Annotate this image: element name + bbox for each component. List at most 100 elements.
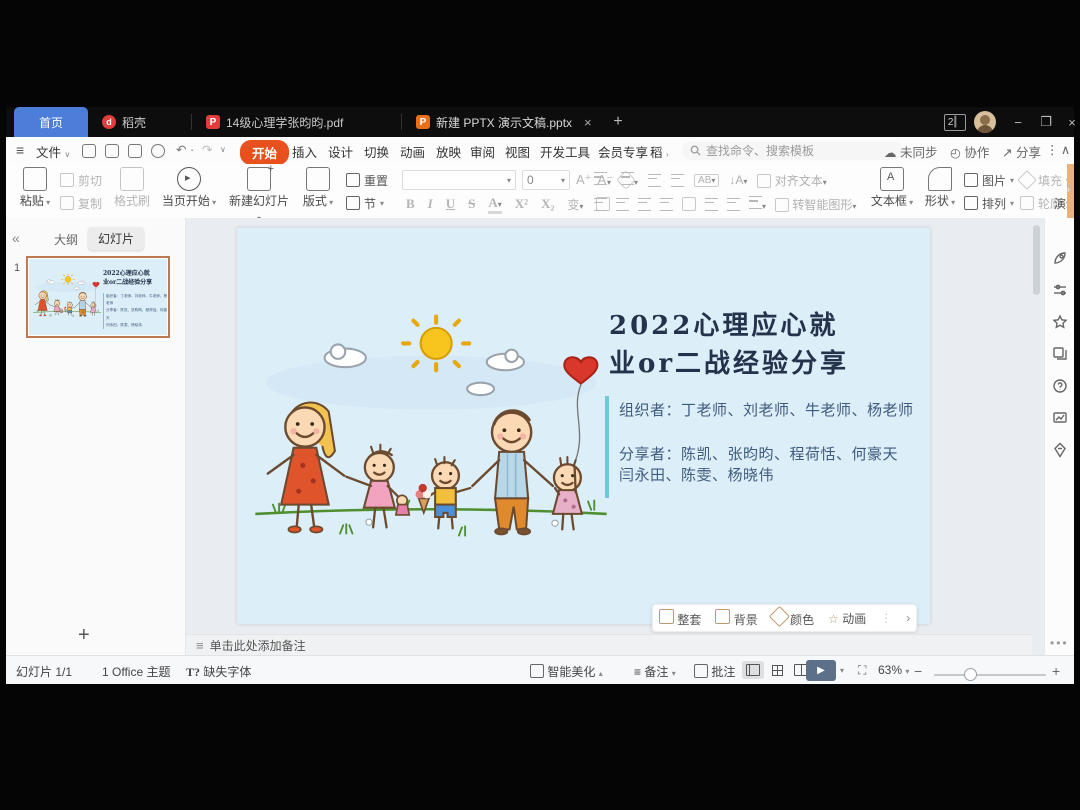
animation-button[interactable]: ☆ 动画 <box>828 610 866 627</box>
reset-button[interactable]: 重置 <box>346 169 388 191</box>
phonetic-guide-button[interactable]: 变▾ <box>567 196 583 213</box>
new-slide-button[interactable]: + 新建幻灯片 ▾ <box>226 167 292 219</box>
paste-button[interactable]: 粘贴 ▾ <box>14 167 56 210</box>
section-button[interactable]: 节▾ <box>346 192 384 214</box>
picture-button[interactable]: 图片▾ <box>964 169 1014 191</box>
normal-view-button[interactable] <box>742 661 764 679</box>
tab-home[interactable]: 首页 <box>14 107 88 137</box>
redo-icon[interactable]: ↷ <box>202 142 212 157</box>
to-smartart-button[interactable]: 转智能图形▾ <box>775 196 856 213</box>
tab-docer[interactable]: d 稻壳 <box>92 107 192 137</box>
zoom-slider[interactable] <box>934 674 1046 676</box>
menu-tab-insert[interactable]: 插入 <box>292 142 317 161</box>
layout-button[interactable]: 版式 ▾ <box>296 167 340 210</box>
tab-pdf-document[interactable]: P 14级心理学张昀昀.pdf <box>196 107 402 137</box>
menu-tab-review[interactable]: 审阅 <box>470 142 495 161</box>
missing-font-warning[interactable]: T? 缺失字体 <box>186 663 251 680</box>
zoom-out-button[interactable]: − <box>914 663 922 679</box>
settings-sliders-icon[interactable] <box>1052 282 1068 298</box>
align-center-icon[interactable] <box>616 198 629 211</box>
collaborate-button[interactable]: ◴ 协作 <box>950 142 989 161</box>
strikethrough-button[interactable]: S <box>468 196 475 212</box>
menu-tab-devtools[interactable]: 开发工具 <box>540 142 590 161</box>
menu-tab-transition[interactable]: 切换 <box>364 142 389 161</box>
textbox-button[interactable]: A 文本框 ▾ <box>868 167 916 210</box>
redo-dropdown-icon[interactable]: ∨ <box>220 145 226 154</box>
rocket-tool-icon[interactable] <box>1052 250 1068 266</box>
bullets-button[interactable]: ▾ <box>594 172 611 188</box>
decrease-indent-icon[interactable] <box>648 174 661 187</box>
paragraph-spacing-icon[interactable] <box>727 198 740 211</box>
chart-tools-icon[interactable] <box>1052 410 1068 426</box>
distribute-icon[interactable] <box>682 197 696 211</box>
menu-tab-animation[interactable]: 动画 <box>400 142 425 161</box>
tab-close-icon[interactable]: × <box>584 115 592 130</box>
close-button[interactable]: × <box>1060 107 1080 137</box>
share-button[interactable]: ↗ 分享 <box>1002 142 1041 161</box>
menu-tab-design[interactable]: 设计 <box>328 142 353 161</box>
smart-beautify-button[interactable]: 智能美化 ▴ <box>530 663 603 680</box>
suite-button[interactable]: 整套 <box>659 609 701 628</box>
rail-more-icon[interactable]: ••• <box>1050 636 1069 650</box>
menu-tab-member[interactable]: 会员专享 <box>598 142 648 161</box>
background-button[interactable]: 背景 <box>715 609 757 628</box>
new-tab-button[interactable]: + <box>606 107 630 137</box>
subscript-button[interactable]: X₂ <box>541 196 554 212</box>
slide-1[interactable]: 2022心理应心就 业or二战经验分享 组织者：丁老师、刘老师、牛老师、杨老师 … <box>237 228 930 624</box>
notes-toggle-button[interactable]: ≡ 备注 ▾ <box>634 663 676 680</box>
align-left-icon[interactable] <box>594 198 607 211</box>
help-icon[interactable] <box>1052 378 1068 394</box>
slide-title[interactable]: 2022心理应心就 业or二战经验分享 <box>609 308 924 383</box>
organizer-text[interactable]: 组织者：丁老师、刘老师、牛老师、杨老师 <box>619 400 914 421</box>
play-slideshow-button[interactable]: ▶ <box>806 660 836 681</box>
font-size-select[interactable]: 0▾ <box>522 170 570 190</box>
superscript-button[interactable]: X² <box>515 196 528 212</box>
slide-sorter-view-button[interactable] <box>766 661 788 679</box>
print-icon[interactable] <box>128 144 142 158</box>
cut-button[interactable]: 剪切 <box>60 169 102 191</box>
comments-button[interactable]: 批注 <box>694 663 735 680</box>
align-text-button[interactable]: 对齐文本▾ <box>757 172 826 189</box>
idea-icon[interactable] <box>1052 442 1068 458</box>
play-from-current-button[interactable]: ▸ 当页开始 ▾ <box>158 167 220 210</box>
user-avatar[interactable] <box>974 111 996 133</box>
add-slide-button[interactable]: + <box>78 624 90 647</box>
hamburger-icon[interactable]: ≡ <box>16 142 24 158</box>
outline-tab[interactable]: 大纲 <box>54 231 78 248</box>
copy-button[interactable]: 复制 <box>60 192 102 214</box>
vertical-scrollbar[interactable] <box>1033 225 1040 295</box>
toolbar-expand-icon[interactable]: › <box>906 611 910 625</box>
menu-tab-docer[interactable]: 稻 › <box>650 142 669 161</box>
zoom-level[interactable]: 63% ▾ <box>878 663 909 677</box>
present-panel-strip[interactable]: › <box>1067 164 1074 218</box>
maximize-button[interactable]: ❐ <box>1034 107 1058 137</box>
color-button[interactable]: 颜色 <box>772 609 814 628</box>
find-icon[interactable] <box>151 144 165 158</box>
menu-tab-view[interactable]: 视图 <box>505 142 530 161</box>
tab-pptx-document[interactable]: P 新建 PPTX 演示文稿.pptx × <box>406 107 600 137</box>
slide-thumbnail[interactable]: 2022心理应心就业or二战经验分享 组织者：丁老师、刘老师、牛老师、杨老师 分… <box>26 256 170 338</box>
save-icon[interactable] <box>82 144 96 158</box>
menu-tab-home-ribbon[interactable]: 开始 <box>240 140 289 165</box>
slides-tab[interactable]: 幻灯片 <box>88 227 144 250</box>
text-direction-button[interactable]: AB▾ <box>694 174 719 187</box>
sharer-text[interactable]: 分享者：陈凯、张昀昀、程荷恬、何豪天 闫永田、陈雯、杨晓伟 <box>619 444 898 486</box>
export-pdf-icon[interactable] <box>105 144 119 158</box>
theme-name[interactable]: 1 Office 主题 <box>102 663 170 680</box>
font-color-button[interactable]: A▾ <box>488 195 501 214</box>
file-menu[interactable]: 文件 ∨ <box>36 142 70 161</box>
undo-icon[interactable]: ↶ · <box>176 142 194 157</box>
shape-button[interactable]: 形状 ▾ <box>920 167 960 210</box>
layers-icon[interactable] <box>1052 346 1068 362</box>
command-search-input[interactable]: 查找命令、搜索模板 <box>682 141 903 160</box>
line-options-icon[interactable]: ▾ <box>749 196 766 212</box>
increase-indent-icon[interactable] <box>671 174 684 187</box>
line-spacing-icon[interactable] <box>705 198 718 211</box>
sync-status[interactable]: ☁ 未同步 <box>884 142 938 161</box>
justify-icon[interactable] <box>660 198 673 211</box>
font-family-select[interactable]: ▾ <box>402 170 516 190</box>
more-menu-icon[interactable]: ⋮ <box>1046 142 1059 157</box>
collapse-ribbon-icon[interactable]: ∧ <box>1061 142 1070 157</box>
underline-button[interactable]: U <box>446 196 455 212</box>
arrange-button[interactable]: 排列▾ <box>964 192 1014 214</box>
